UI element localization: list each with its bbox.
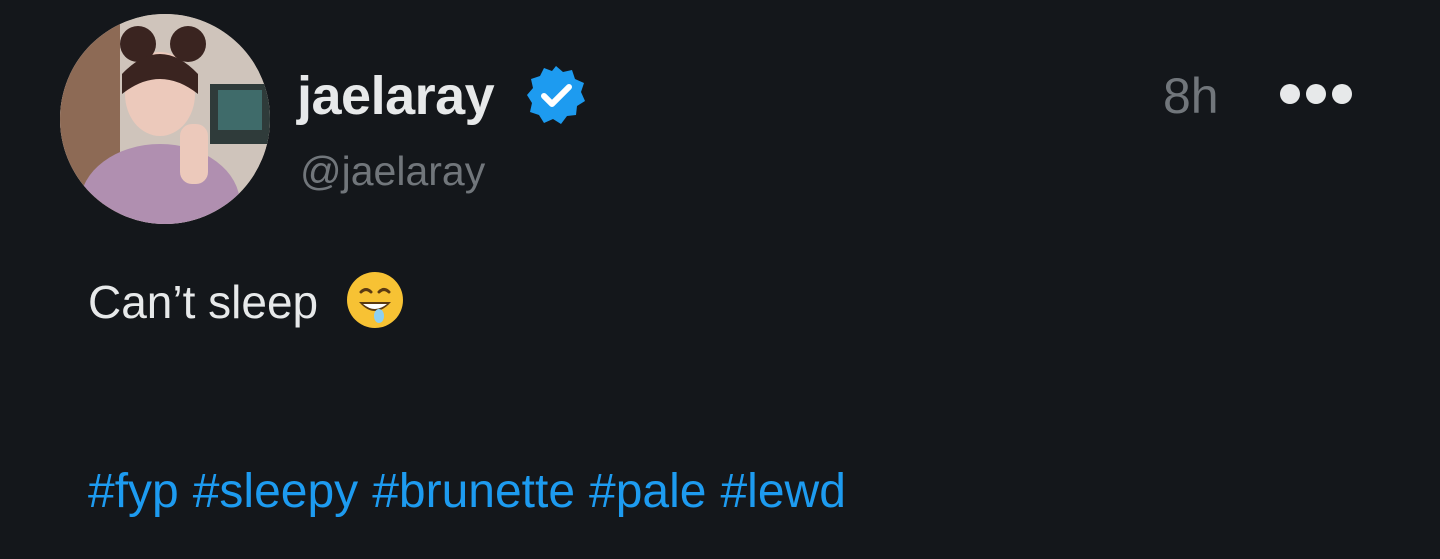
author-handle[interactable]: @jaelaray — [300, 146, 485, 196]
drooling-face-emoji — [346, 272, 403, 328]
post-text-line: Can’t sleep — [88, 270, 405, 331]
hashtag-link[interactable]: #lewd — [720, 465, 845, 518]
more-options-icon[interactable] — [1278, 80, 1354, 108]
post-text: Can’t sleep — [88, 276, 319, 328]
avatar-image — [60, 14, 270, 224]
verified-badge-icon — [524, 63, 588, 127]
hashtag-list: #fyp #sleepy #brunette #pale #lewd — [88, 462, 860, 522]
post-timestamp[interactable]: 8h — [1163, 66, 1219, 126]
hashtag-link[interactable]: #fyp — [88, 465, 179, 518]
hashtag-link[interactable]: #pale — [589, 465, 706, 518]
hashtag-link[interactable]: #sleepy — [193, 465, 358, 518]
hashtag-link[interactable]: #brunette — [372, 465, 575, 518]
avatar[interactable] — [60, 14, 270, 224]
author-display-name[interactable]: jaelaray — [297, 64, 495, 128]
